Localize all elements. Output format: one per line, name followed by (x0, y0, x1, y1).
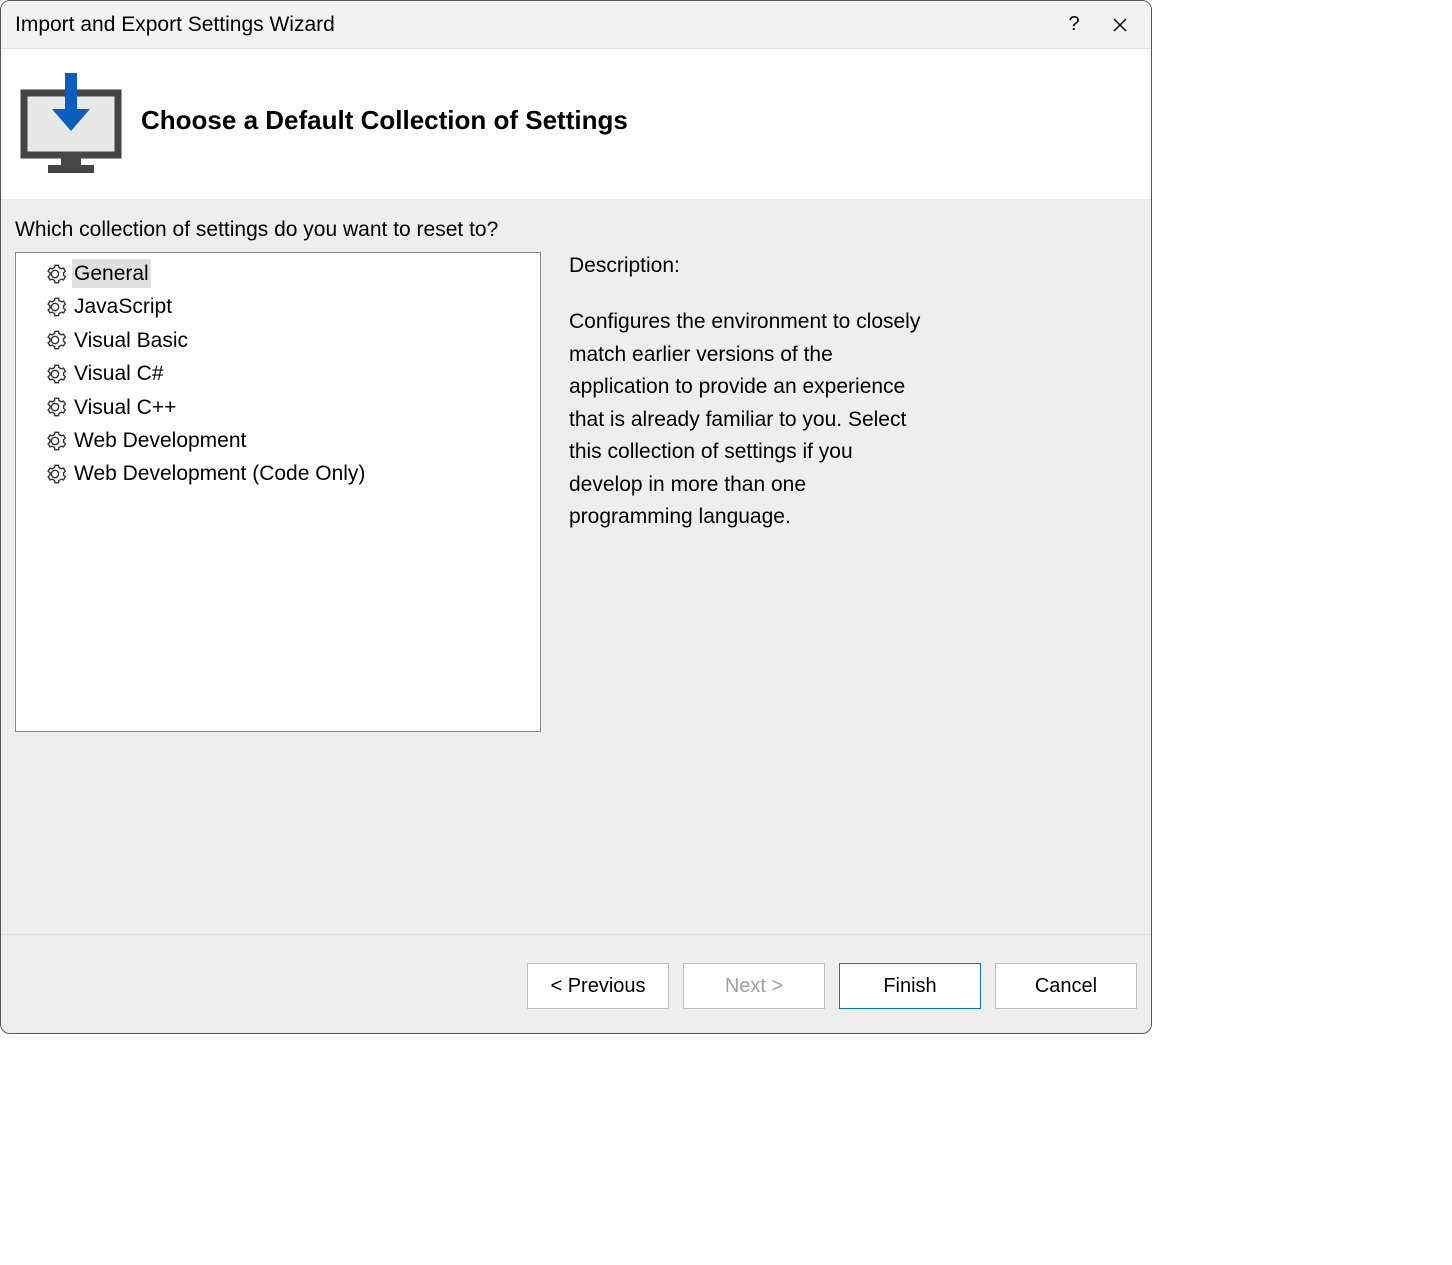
description-text: Configures the environment to closely ma… (569, 306, 929, 534)
content-columns: General JavaScript Visual Basic (15, 252, 1137, 920)
gear-icon (44, 363, 66, 385)
list-item-web-development[interactable]: Web Development (16, 424, 540, 457)
help-button[interactable]: ? (1051, 1, 1097, 49)
gear-icon (44, 296, 66, 318)
description-panel: Description: Configures the environment … (569, 252, 1137, 920)
list-item-visual-csharp[interactable]: Visual C# (16, 357, 540, 390)
wizard-footer: < Previous Next > Finish Cancel (1, 934, 1151, 1033)
list-item-visual-cpp[interactable]: Visual C++ (16, 391, 540, 424)
wizard-header: Choose a Default Collection of Settings (1, 49, 1151, 200)
list-item-web-development-code-only[interactable]: Web Development (Code Only) (16, 457, 540, 490)
list-item-label: General (72, 259, 151, 288)
list-item-javascript[interactable]: JavaScript (16, 290, 540, 323)
list-item-visual-basic[interactable]: Visual Basic (16, 324, 540, 357)
next-button: Next > (683, 963, 825, 1009)
gear-icon (44, 396, 66, 418)
list-item-label: Visual Basic (72, 326, 190, 355)
list-item-label: JavaScript (72, 292, 174, 321)
titlebar: Import and Export Settings Wizard ? (1, 1, 1151, 49)
settings-collection-list[interactable]: General JavaScript Visual Basic (15, 252, 541, 732)
description-title: Description: (569, 254, 1137, 278)
list-item-general[interactable]: General (16, 257, 540, 290)
import-monitor-icon (16, 65, 126, 175)
close-icon (1113, 18, 1127, 32)
page-heading: Choose a Default Collection of Settings (141, 105, 628, 136)
finish-button[interactable]: Finish (839, 963, 981, 1009)
wizard-dialog: Import and Export Settings Wizard ? Choo… (0, 0, 1152, 1034)
list-item-label: Web Development (72, 426, 248, 455)
list-item-label: Visual C++ (72, 393, 178, 422)
prompt-text: Which collection of settings do you want… (15, 218, 1137, 242)
gear-icon (44, 430, 66, 452)
gear-icon (44, 329, 66, 351)
cancel-button[interactable]: Cancel (995, 963, 1137, 1009)
wizard-body: Which collection of settings do you want… (1, 200, 1151, 934)
header-icon-wrap (1, 65, 141, 175)
list-item-label: Visual C# (72, 359, 166, 388)
gear-icon (44, 263, 66, 285)
close-button[interactable] (1097, 1, 1143, 49)
gear-icon (44, 463, 66, 485)
window-title: Import and Export Settings Wizard (15, 13, 1051, 37)
list-item-label: Web Development (Code Only) (72, 459, 367, 488)
previous-button[interactable]: < Previous (527, 963, 669, 1009)
